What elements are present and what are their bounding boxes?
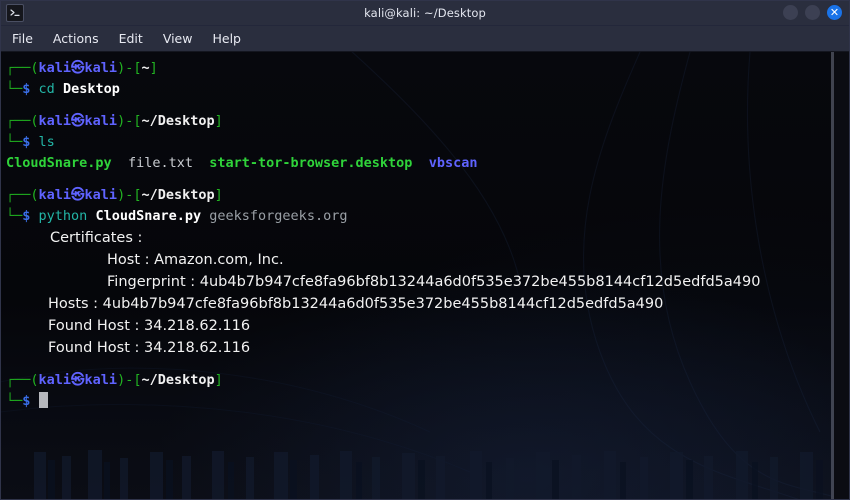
ls-entry-filetxt[interactable]: file.txt [128, 155, 193, 171]
prompt-line-3: ┌──(kali㉿kali)-[~/Desktop] [6, 185, 850, 206]
output-found-host-2: Found Host : 34.218.62.116 [48, 340, 251, 356]
command-line-1: └─$ cd Desktop [6, 79, 850, 100]
prompt-host: kali [84, 113, 118, 129]
menu-item-actions[interactable]: Actions [53, 31, 99, 46]
output-host-name: Host : Amazon.com, Inc. [107, 252, 284, 268]
command-line-4[interactable]: └─$ [6, 391, 850, 412]
kali-logo-icon: ㉿ [71, 187, 85, 203]
prompt-line-1: ┌──(kali㉿kali)-[~] [6, 58, 850, 79]
maximize-button[interactable] [805, 5, 820, 20]
command-line-3: └─$ python CloudSnare.py geeksforgeeks.o… [6, 206, 850, 227]
window-titlebar: kali@kali: ~/Desktop ✕ [0, 0, 850, 26]
prompt-paren-open: ( [30, 187, 39, 203]
prompt-path: ~/Desktop [141, 187, 215, 203]
prompt-deco-bottom: └─ [6, 134, 23, 150]
prompt-deco-top: ┌── [6, 372, 31, 388]
prompt-host: kali [84, 372, 118, 388]
terminal-window: kali@kali: ~/Desktop ✕ File Actions Edit… [0, 0, 850, 500]
window-controls: ✕ [783, 5, 850, 20]
prompt-deco-bottom: └─ [6, 208, 23, 224]
output-hosts: Hosts : 4ub4b7b947cfe8fa96bf8b13244a6d0f… [48, 296, 664, 312]
close-button[interactable]: ✕ [827, 5, 842, 20]
command-script-arg: CloudSnare.py [95, 208, 202, 224]
prompt-user: kali [38, 60, 72, 76]
menu-bar: File Actions Edit View Help [0, 26, 850, 52]
kali-logo-icon: ㉿ [71, 372, 85, 388]
prompt-paren-open: ( [30, 113, 39, 129]
prompt-user: kali [38, 372, 72, 388]
prompt-host: kali [84, 60, 118, 76]
terminal-icon [6, 3, 24, 22]
kali-logo-icon: ㉿ [71, 113, 85, 129]
prompt-paren-close: ) [117, 372, 126, 388]
prompt-line-2: ┌──(kali㉿kali)-[~/Desktop] [6, 111, 850, 132]
ls-entry-tor-browser[interactable]: start-tor-browser.desktop [209, 155, 412, 171]
prompt-line-4: ┌──(kali㉿kali)-[~/Desktop] [6, 370, 850, 391]
terminal-scrollbar[interactable] [831, 52, 834, 500]
menu-item-view[interactable]: View [163, 31, 193, 46]
window-title: kali@kali: ~/Desktop [364, 5, 486, 20]
prompt-user: kali [38, 113, 72, 129]
command-arg: Desktop [62, 81, 120, 97]
prompt-paren-open: ( [30, 60, 39, 76]
prompt-host: kali [84, 187, 118, 203]
prompt-bracket-close: ] [214, 372, 223, 388]
command-target-arg: geeksforgeeks.org [209, 208, 348, 224]
ls-output-row: CloudSnare.py file.txt start-tor-browser… [6, 153, 850, 174]
prompt-path: ~/Desktop [141, 113, 215, 129]
command-name: ls [38, 134, 55, 150]
terminal-right-gutter [834, 52, 850, 500]
prompt-paren-close: ) [117, 60, 126, 76]
prompt-path: ~/Desktop [141, 372, 215, 388]
menu-item-file[interactable]: File [12, 31, 33, 46]
prompt-paren-close: ) [117, 113, 126, 129]
terminal-area[interactable]: ┌──(kali㉿kali)-[~] └─$ cd Desktop ┌──(ka… [0, 52, 850, 500]
close-icon: ✕ [829, 6, 840, 19]
prompt-bracket-close: ] [149, 60, 158, 76]
prompt-path: ~ [141, 60, 150, 76]
prompt-deco-bottom: └─ [6, 393, 23, 409]
command-name: python [38, 208, 88, 224]
prompt-bracket-close: ] [214, 187, 223, 203]
command-line-2: └─$ ls [6, 132, 850, 153]
terminal-content: ┌──(kali㉿kali)-[~] └─$ cd Desktop ┌──(ka… [0, 52, 850, 500]
output-fingerprint: Fingerprint : 4ub4b7b947cfe8fa96bf8b1324… [107, 274, 761, 290]
kali-logo-icon: ㉿ [71, 60, 85, 76]
output-found-host-1: Found Host : 34.218.62.116 [48, 318, 251, 334]
terminal-cursor [38, 392, 48, 408]
prompt-paren-close: ) [117, 187, 126, 203]
ls-entry-vbscan[interactable]: vbscan [429, 155, 478, 171]
menu-item-help[interactable]: Help [212, 31, 241, 46]
prompt-bracket-close: ] [214, 113, 223, 129]
prompt-paren-open: ( [30, 372, 39, 388]
command-name: cd [38, 81, 55, 97]
prompt-deco-bottom: └─ [6, 81, 23, 97]
output-certificates-label: Certificates : [50, 230, 143, 246]
prompt-deco-top: ┌── [6, 187, 31, 203]
prompt-user: kali [38, 187, 72, 203]
ls-entry-cloudsnare[interactable]: CloudSnare.py [6, 155, 112, 171]
menu-item-edit[interactable]: Edit [119, 31, 143, 46]
minimize-button[interactable] [783, 5, 798, 20]
prompt-deco-top: ┌── [6, 60, 31, 76]
prompt-deco-top: ┌── [6, 113, 31, 129]
